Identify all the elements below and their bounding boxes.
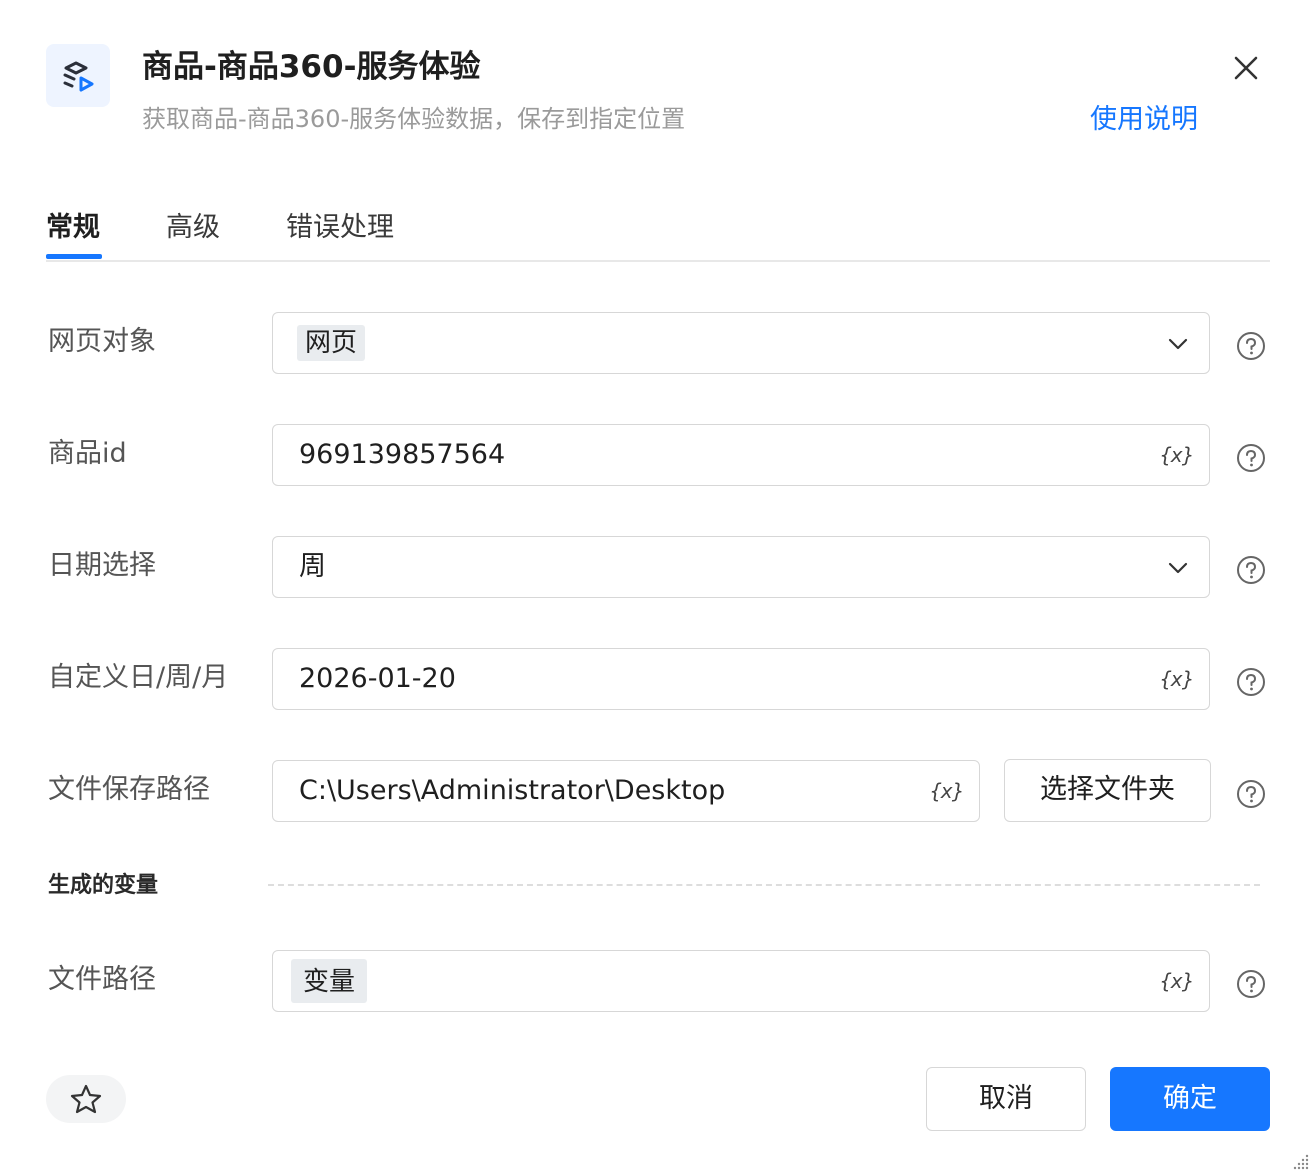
dialog-title: 商品-商品360-服务体验: [142, 49, 481, 85]
variable-icon[interactable]: {x}: [930, 777, 964, 805]
data-flow-icon: [63, 61, 94, 92]
tab-general[interactable]: 常规: [46, 206, 100, 250]
close-icon: [1234, 56, 1258, 80]
chevron-down-icon[interactable]: [1167, 557, 1189, 579]
save-path-label: 文件保存路径: [48, 774, 210, 805]
close-button[interactable]: [1226, 48, 1266, 88]
chevron-down-icon[interactable]: [1167, 333, 1189, 355]
file-path-variable-input[interactable]: 变量 {x}: [272, 950, 1210, 1012]
output-section-title: 生成的变量: [48, 873, 159, 898]
help-question-icon[interactable]: [1236, 969, 1266, 999]
variable-icon[interactable]: {x}: [1160, 665, 1194, 693]
confirm-button[interactable]: 确定: [1110, 1067, 1270, 1131]
tab-bar: 常规 高级 错误处理: [46, 206, 1270, 262]
date-select-value: 周: [299, 551, 326, 582]
save-path-input[interactable]: C:\Users\Administrator\Desktop {x}: [272, 760, 980, 822]
help-link[interactable]: 使用说明: [1090, 102, 1198, 138]
variable-icon[interactable]: {x}: [1160, 967, 1194, 995]
section-divider: [268, 884, 1260, 886]
product-id-label: 商品id: [48, 438, 127, 469]
variable-tag: 变量: [291, 959, 368, 1003]
select-folder-button[interactable]: 选择文件夹: [1004, 759, 1211, 822]
web-object-select[interactable]: 网页: [272, 312, 1210, 374]
app-icon: [46, 44, 110, 107]
dialog-subtitle: 获取商品-商品360-服务体验数据，保存到指定位置: [142, 105, 686, 133]
help-question-icon[interactable]: [1236, 667, 1266, 697]
save-path-value: C:\Users\Administrator\Desktop: [299, 775, 726, 806]
custom-date-value: 2026-01-20: [299, 663, 456, 694]
date-select-label: 日期选择: [48, 550, 156, 581]
variable-icon[interactable]: {x}: [1160, 441, 1194, 469]
product-id-input[interactable]: 969139857564 {x}: [272, 424, 1210, 486]
help-question-icon[interactable]: [1236, 443, 1266, 473]
tab-advanced[interactable]: 高级: [166, 206, 220, 250]
file-path-label: 文件路径: [48, 964, 156, 995]
date-select-dropdown[interactable]: 周: [272, 536, 1210, 598]
favorite-button[interactable]: [46, 1075, 126, 1123]
cancel-button[interactable]: 取消: [926, 1067, 1086, 1131]
custom-date-input[interactable]: 2026-01-20 {x}: [272, 648, 1210, 710]
product-id-value: 969139857564: [299, 439, 506, 470]
web-object-label: 网页对象: [48, 326, 156, 357]
help-question-icon[interactable]: [1236, 331, 1266, 361]
custom-date-label: 自定义日/周/月: [48, 662, 229, 693]
tab-error-handling[interactable]: 错误处理: [286, 206, 394, 250]
help-question-icon[interactable]: [1236, 555, 1266, 585]
help-question-icon[interactable]: [1236, 779, 1266, 809]
resize-grip-icon[interactable]: [1290, 1150, 1310, 1170]
star-icon: [70, 1084, 102, 1114]
web-object-tag: 网页: [297, 325, 366, 361]
active-tab-indicator: [46, 254, 102, 259]
